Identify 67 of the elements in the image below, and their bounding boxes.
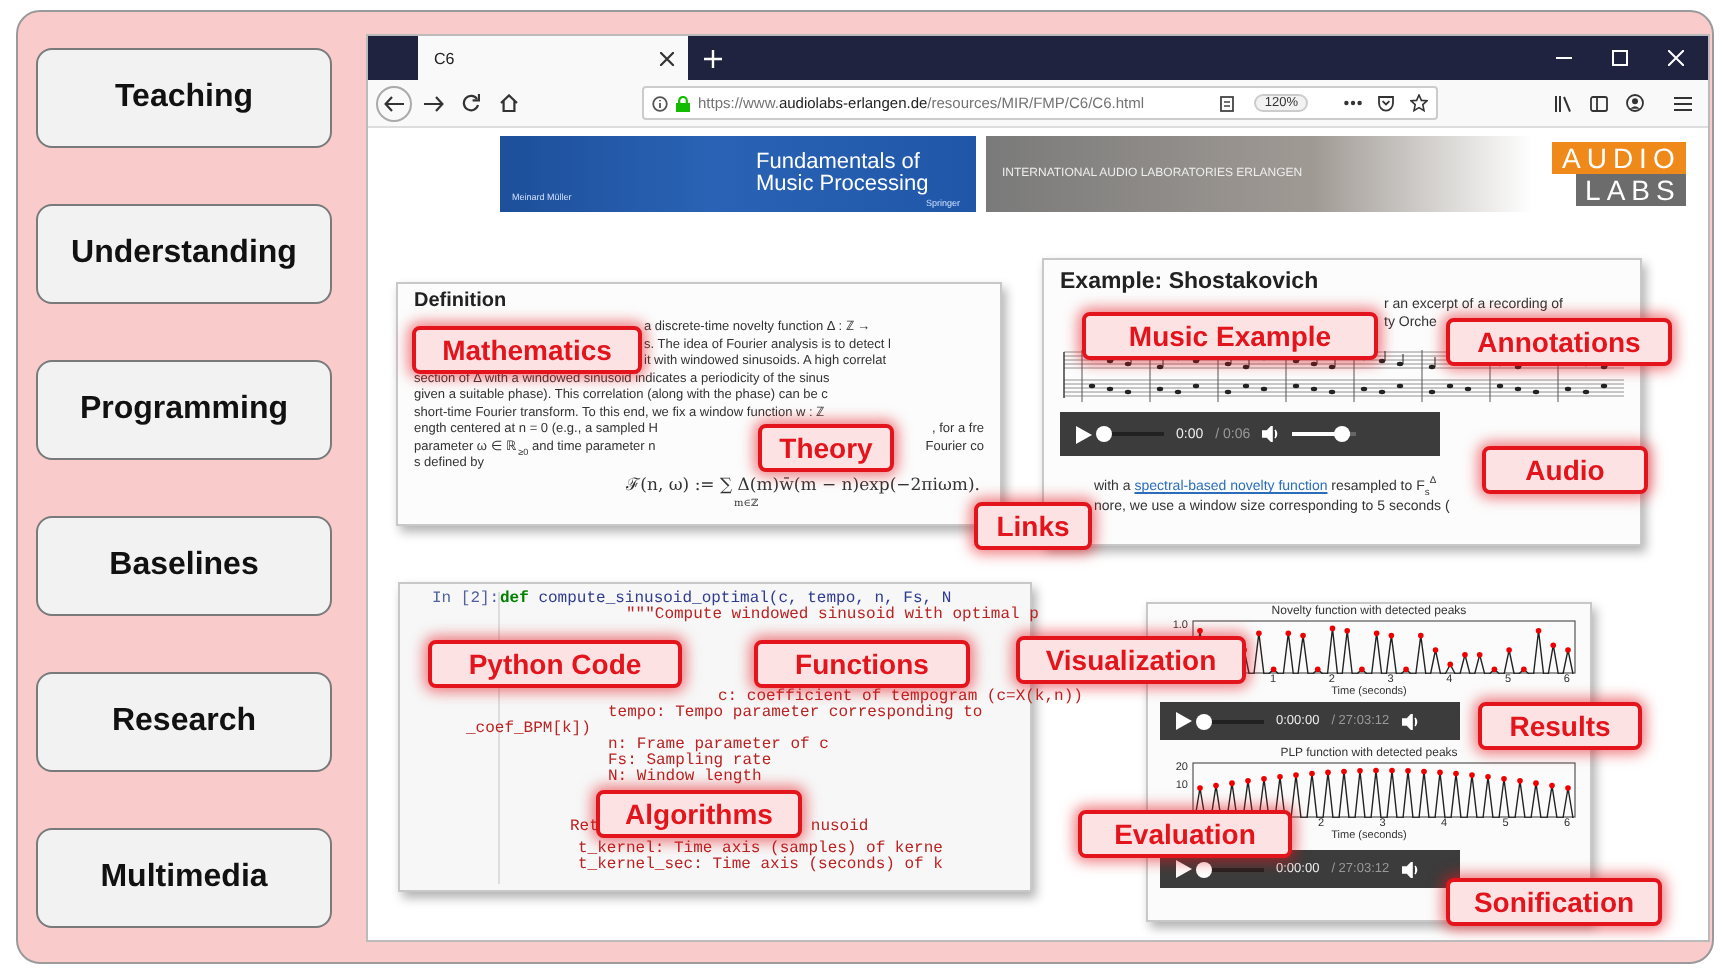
callout-label: Theory bbox=[758, 424, 894, 472]
code-line: c: coefficient of tempogram (c=X(k,n)) bbox=[718, 690, 1083, 706]
home-icon[interactable] bbox=[500, 94, 518, 112]
callout-label: Python Code bbox=[428, 640, 682, 688]
callout-label: Evaluation bbox=[1078, 810, 1292, 858]
seek-thumb[interactable] bbox=[1196, 713, 1212, 729]
callout-label: Annotations bbox=[1446, 318, 1672, 366]
close-icon[interactable] bbox=[660, 51, 674, 65]
code-line: t_kernel: Time axis (samples) of kerne bbox=[578, 842, 943, 858]
lock-icon bbox=[676, 95, 690, 111]
callout-label: Algorithms bbox=[596, 790, 802, 838]
account-icon[interactable] bbox=[1626, 94, 1644, 112]
browser-tab[interactable]: C6 bbox=[418, 36, 688, 80]
code-line: """Compute windowed sinusoid with optimal p bbox=[626, 608, 1039, 624]
reload-icon[interactable] bbox=[462, 94, 480, 112]
code-line: _coef_BPM[k]) bbox=[466, 722, 591, 738]
sidebar-icon[interactable] bbox=[1590, 95, 1608, 111]
maximize-icon[interactable] bbox=[1612, 50, 1628, 66]
play-icon[interactable] bbox=[1176, 712, 1192, 730]
speaker-icon[interactable] bbox=[1401, 713, 1420, 729]
section-heading: Example: Shostakovich bbox=[1060, 268, 1321, 296]
category-label: Research bbox=[36, 672, 332, 772]
volume-thumb[interactable] bbox=[1333, 426, 1350, 442]
logo-word: LABS bbox=[1575, 174, 1687, 206]
category-label: Multimedia bbox=[36, 828, 332, 928]
info-icon[interactable] bbox=[652, 95, 668, 111]
code-line: def compute_sinusoid_optimal(c, tempo, n, Fs, N bbox=[500, 592, 952, 608]
menu-icon[interactable] bbox=[1674, 95, 1692, 111]
seek-thumb[interactable] bbox=[1096, 426, 1112, 442]
callout-label: Visualization bbox=[1016, 636, 1246, 684]
reader-view-icon[interactable] bbox=[1220, 95, 1235, 111]
callout-label: Mathematics bbox=[412, 326, 642, 374]
code-line: nusoid bbox=[810, 820, 869, 836]
section-heading: Definition bbox=[414, 290, 509, 314]
speaker-icon[interactable] bbox=[1401, 861, 1420, 877]
plus-icon[interactable] bbox=[704, 49, 722, 67]
category-label: Teaching bbox=[36, 48, 332, 148]
callout-label: Sonification bbox=[1446, 878, 1662, 926]
play-icon[interactable] bbox=[1076, 425, 1092, 443]
callout-label: Results bbox=[1478, 702, 1642, 750]
play-icon[interactable] bbox=[1176, 860, 1192, 878]
back-button[interactable] bbox=[376, 85, 412, 121]
code-line: tempo: Tempo parameter corresponding to bbox=[608, 706, 983, 722]
library-icon[interactable] bbox=[1554, 95, 1572, 111]
seek-thumb[interactable] bbox=[1196, 861, 1212, 877]
code-line: n: Frame parameter of c bbox=[608, 738, 829, 754]
callout-label: Functions bbox=[754, 640, 970, 688]
logo-word: AUDIO bbox=[1552, 142, 1687, 174]
formula: ℱ(n, ω) := ∑ Δ(m)w̄(m − n)exp(−2πiωm). bbox=[624, 473, 982, 497]
category-label: Programming bbox=[36, 360, 332, 460]
category-label: Understanding bbox=[36, 204, 332, 304]
speaker-icon[interactable] bbox=[1262, 426, 1281, 442]
callout-label: Links bbox=[974, 502, 1092, 550]
forward-arrow-icon[interactable] bbox=[424, 95, 444, 111]
back-arrow-icon bbox=[384, 95, 404, 111]
category-label: Baselines bbox=[36, 516, 332, 616]
more-dots-icon[interactable] bbox=[1344, 100, 1362, 106]
code-line: t_kernel_sec: Time axis (seconds) of k bbox=[578, 858, 943, 874]
callout-label: Music Example bbox=[1082, 312, 1378, 360]
shield-icon[interactable] bbox=[1378, 95, 1394, 111]
tab-title: C6 bbox=[434, 49, 455, 67]
book-title: Fundamentals of Music Processing bbox=[756, 152, 931, 196]
star-icon[interactable] bbox=[1410, 94, 1428, 112]
code-line: Ret bbox=[570, 820, 599, 836]
code-line: Fs: Sampling rate bbox=[608, 754, 772, 770]
code-line: N: Window length bbox=[608, 770, 762, 786]
callout-label: Audio bbox=[1482, 446, 1648, 494]
